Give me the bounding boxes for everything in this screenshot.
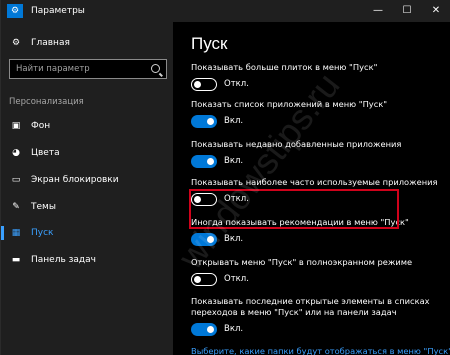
sidebar-item-label: Пуск xyxy=(31,228,54,238)
maximize-button[interactable]: ☐ xyxy=(392,0,422,22)
toggle-switch[interactable] xyxy=(191,155,217,168)
setting-label: Показывать последние открытые элементы в… xyxy=(191,296,430,317)
highlight-box xyxy=(189,189,399,229)
taskbar-icon: ▬ xyxy=(11,255,21,265)
toggle-switch[interactable] xyxy=(191,233,217,246)
setting-label: Показывать наиболее часто используемые п… xyxy=(191,177,438,187)
toggle-state: Вкл. xyxy=(224,324,244,334)
window-title: Параметры xyxy=(31,6,85,16)
toggle-switch[interactable] xyxy=(191,273,217,286)
setting-recently-added: Показывать недавно добавленные приложени… xyxy=(191,139,441,168)
toggle-switch[interactable] xyxy=(191,323,217,336)
toggle-state: Вкл. xyxy=(224,156,244,166)
sidebar-item-label: Темы xyxy=(31,202,56,212)
setting-label: Открывать меню "Пуск" в полноэкранном ре… xyxy=(191,257,413,267)
close-button[interactable]: ✕ xyxy=(421,0,450,22)
setting-fullscreen: Открывать меню "Пуск" в полноэкранном ре… xyxy=(191,257,441,286)
start-icon: ▦ xyxy=(11,228,21,238)
image-icon: ▣ xyxy=(11,121,21,131)
sidebar-item-label: Экран блокировки xyxy=(31,175,119,185)
sidebar-item-lock-screen[interactable]: ▭ Экран блокировки xyxy=(1,169,173,191)
toggle-state: Откл. xyxy=(224,79,249,89)
sidebar-item-label: Панель задач xyxy=(31,255,96,265)
minimize-button[interactable]: — xyxy=(363,0,393,22)
toggle-state: Вкл. xyxy=(224,234,244,244)
settings-window: ⚙ Параметры — ☐ ✕ ⚙ Главная Найти парамет… xyxy=(0,0,450,355)
toggle-switch[interactable] xyxy=(191,115,217,128)
setting-more-tiles: Показывать больше плиток в меню "Пуск" О… xyxy=(191,62,441,91)
brush-icon: ✎ xyxy=(12,202,20,212)
toggle-state: Вкл. xyxy=(224,116,244,126)
sidebar-item-start[interactable]: ▦ Пуск xyxy=(1,222,173,244)
search-placeholder: Найти параметр xyxy=(16,64,90,74)
setting-label: Показывать больше плиток в меню "Пуск" xyxy=(191,62,378,72)
title-bar: ⚙ Параметры — ☐ ✕ xyxy=(1,0,450,22)
gear-icon: ⚙ xyxy=(11,38,21,48)
page-title: Пуск xyxy=(191,34,228,53)
settings-app-icon: ⚙ xyxy=(7,4,23,18)
sidebar-item-taskbar[interactable]: ▬ Панель задач xyxy=(1,249,173,271)
setting-label: Показывать недавно добавленные приложени… xyxy=(191,139,402,149)
home-label: Главная xyxy=(31,38,70,48)
toggle-state: Откл. xyxy=(224,274,249,284)
sidebar-item-themes[interactable]: ✎ Темы xyxy=(1,196,173,218)
choose-folders-link[interactable]: Выберите, какие папки будут отображаться… xyxy=(191,346,450,355)
toggle-switch[interactable] xyxy=(191,78,217,91)
setting-label: Показать список приложений в меню "Пуск" xyxy=(191,99,388,109)
setting-app-list: Показать список приложений в меню "Пуск"… xyxy=(191,99,441,128)
sidebar-item-colors[interactable]: ◕ Цвета xyxy=(1,142,173,164)
setting-recent-items: Показывать последние открытые элементы в… xyxy=(191,296,441,336)
sidebar-item-label: Цвета xyxy=(31,148,60,158)
sidebar: ⚙ Главная Найти параметр Персонализация ▣… xyxy=(1,22,173,355)
home-nav-item[interactable]: ⚙ Главная xyxy=(9,36,70,50)
lock-screen-icon: ▭ xyxy=(11,175,21,185)
section-label: Персонализация xyxy=(9,97,84,107)
search-input[interactable]: Найти параметр xyxy=(9,59,167,79)
palette-icon: ◕ xyxy=(12,148,20,158)
sidebar-item-background[interactable]: ▣ Фон xyxy=(1,115,173,137)
sidebar-item-label: Фон xyxy=(31,121,51,131)
search-icon xyxy=(151,64,160,73)
